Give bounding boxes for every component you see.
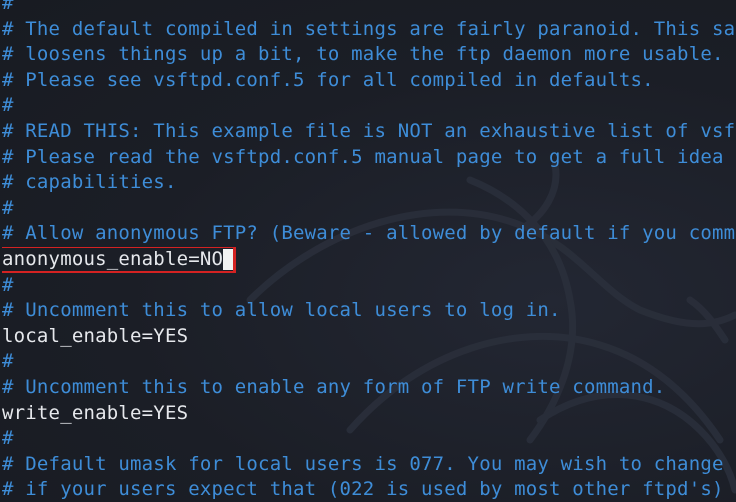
anonymous-enable-setting[interactable]: anonymous_enable=NO (2, 248, 223, 270)
comment-line: # (2, 196, 736, 222)
comment-text: # READ THIS: This example file is NOT an… (2, 119, 736, 142)
config-setting-line: write_enable=YES (2, 401, 736, 427)
terminal-window[interactable]: # # The default compiled in settings are … (0, 0, 736, 502)
comment-line: # Please see vsftpd.conf.5 for all compi… (2, 68, 736, 94)
comment-line: # READ THIS: This example file is NOT an… (2, 119, 736, 145)
comment-line: # capabilities. (2, 170, 736, 196)
comment-text: # Default umask for local users is 077. … (2, 452, 736, 475)
comment-text: # Please read the vsftpd.conf.5 manual p… (2, 145, 736, 168)
comment-text: # if your users expect that (022 is used… (2, 478, 724, 501)
comment-line: # Uncomment this to allow local users to… (2, 298, 736, 324)
highlighted-setting-line: anonymous_enable=NO (2, 246, 736, 273)
comment-text: # (2, 350, 14, 373)
config-setting-text: local_enable=YES (2, 324, 189, 347)
config-setting-text: write_enable=YES (2, 401, 189, 424)
comment-line: # (2, 426, 736, 452)
comment-text: # Allow anonymous FTP? (Beware - allowed… (2, 222, 736, 245)
comment-text: # (2, 273, 14, 296)
comment-text: # The default compiled in settings are f… (2, 17, 736, 40)
comment-text: # (2, 427, 14, 450)
comment-text: # loosens things up a bit, to make the f… (2, 43, 724, 66)
comment-text: # (2, 0, 14, 14)
comment-text: # Uncomment this to allow local users to… (2, 299, 561, 322)
comment-text: # capabilities. (2, 171, 177, 194)
comment-line: # Allow anonymous FTP? (Beware - allowed… (2, 221, 736, 247)
comment-line: # loosens things up a bit, to make the f… (2, 42, 736, 68)
comment-text: # (2, 196, 14, 219)
comment-line: # Please read the vsftpd.conf.5 manual p… (2, 145, 736, 171)
comment-text: # Please see vsftpd.conf.5 for all compi… (2, 68, 654, 91)
text-cursor (223, 248, 234, 270)
comment-line: # Uncomment this to enable any form of F… (2, 375, 736, 401)
comment-line: # if your users expect that (022 is used… (2, 477, 736, 502)
comment-line: # (2, 273, 736, 299)
comment-line: # Default umask for local users is 077. … (2, 452, 736, 478)
config-setting-line: local_enable=YES (2, 324, 736, 350)
comment-text: # (2, 94, 14, 117)
comment-line: # The default compiled in settings are f… (2, 17, 736, 43)
comment-line: # (2, 0, 736, 17)
highlight-box: anonymous_enable=NO (2, 246, 237, 273)
editor-text-area[interactable]: # # The default compiled in settings are … (2, 0, 736, 502)
comment-line: # (2, 93, 736, 119)
comment-line: # (2, 349, 736, 375)
comment-text: # Uncomment this to enable any form of F… (2, 375, 666, 398)
